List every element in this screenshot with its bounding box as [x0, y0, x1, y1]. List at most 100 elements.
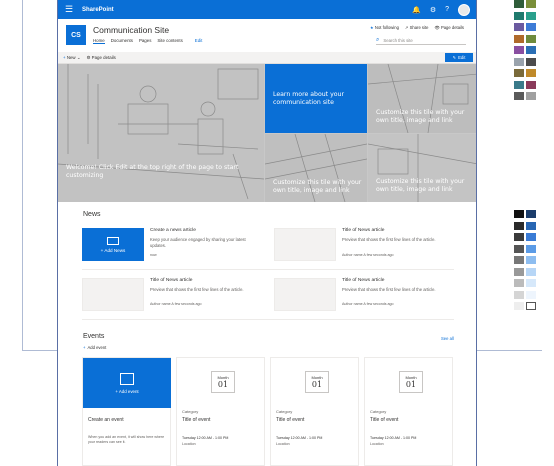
header-actions: ★ Not following ↗ Share site 👁 Page deta…	[370, 25, 464, 31]
news-article-desc: Preview that shows the first few lines o…	[150, 287, 244, 292]
hero-tile-main[interactable]: Welcome! Click Edit at the top right of …	[58, 64, 264, 202]
color-swatch[interactable]	[526, 256, 536, 264]
nav-item-home[interactable]: Home	[93, 38, 105, 44]
color-swatch[interactable]	[514, 69, 524, 77]
color-swatch[interactable]	[514, 57, 524, 66]
event-card-create[interactable]: + Add event Create an event When you add…	[82, 357, 171, 466]
event-day: 01	[311, 380, 323, 389]
color-swatch[interactable]	[514, 221, 524, 230]
nav-item-pages[interactable]: Pages	[139, 38, 151, 44]
color-swatch[interactable]	[526, 69, 536, 77]
sketch-illustration	[58, 64, 264, 200]
share-button[interactable]: ↗ Share site	[405, 25, 429, 31]
color-swatch[interactable]	[514, 290, 524, 299]
search-input[interactable]: ⌕ Search this site	[376, 36, 466, 45]
gear-icon[interactable]: ⚙	[430, 6, 436, 14]
color-swatch[interactable]	[526, 290, 536, 299]
event-card[interactable]: Month 01 Category Title of event Tuesday…	[176, 357, 265, 466]
news-article-title[interactable]: Title of News article	[150, 278, 193, 283]
color-swatch[interactable]	[526, 267, 536, 276]
color-swatch[interactable]	[526, 80, 536, 89]
color-swatch[interactable]	[514, 256, 524, 264]
hero-tile-bottom-right[interactable]: Customize this tile with your own title,…	[368, 134, 476, 202]
color-swatch[interactable]	[526, 0, 536, 8]
color-swatch[interactable]	[514, 23, 524, 31]
news-thumbnail[interactable]	[82, 278, 144, 311]
page-views-button[interactable]: 👁 Page details	[434, 25, 464, 31]
site-title[interactable]: Communication Site	[93, 25, 169, 35]
color-swatch[interactable]	[526, 210, 536, 218]
hero-tile-blue[interactable]: Learn more about your communication site	[265, 64, 367, 133]
color-swatch[interactable]	[514, 80, 524, 89]
event-title: Title of event	[276, 417, 305, 423]
new-button[interactable]: + New ⌄	[63, 55, 81, 61]
add-news-label: + Add News	[100, 247, 126, 253]
site-logo[interactable]: CS	[66, 25, 86, 45]
page-details-label: Page details	[91, 54, 116, 60]
news-article-meta: Author name A few seconds ago	[342, 302, 394, 306]
events-see-all-link[interactable]: See all	[441, 336, 454, 341]
color-swatch[interactable]	[514, 0, 524, 8]
app-launcher-icon[interactable]: ☰	[62, 5, 76, 14]
color-swatch[interactable]	[514, 233, 524, 241]
color-swatch[interactable]	[514, 279, 524, 287]
hero-blue-text: Learn more about your communication site	[273, 91, 344, 106]
news-article-meta: Author name A few seconds ago	[150, 302, 202, 306]
sketch-line	[22, 0, 23, 350]
news-thumbnail[interactable]	[274, 278, 336, 311]
add-event-text: Add event	[118, 388, 139, 394]
news-create-meta: now	[150, 253, 157, 257]
hero-tile-text: Customize this tile with your own title,…	[376, 178, 465, 193]
color-swatch[interactable]	[526, 233, 536, 241]
suite-bar: ☰ SharePoint 🔔 ⚙ ?	[58, 0, 476, 19]
add-event-button[interactable]: + Add event	[83, 358, 171, 408]
event-title: Title of event	[370, 417, 399, 423]
event-category: Category	[276, 409, 293, 414]
hero-tile-bottom-middle[interactable]: Customize this tile with your own title,…	[265, 134, 367, 202]
event-card[interactable]: Month 01 Category Title of event Tuesday…	[270, 357, 359, 466]
color-swatch[interactable]	[526, 302, 536, 310]
event-card[interactable]: Month 01 Category Title of event Tuesday…	[364, 357, 453, 466]
color-swatch[interactable]	[526, 46, 536, 54]
site-header: CS Communication Site Home Documents Pag…	[58, 19, 476, 52]
news-thumbnail[interactable]	[274, 228, 336, 261]
color-swatch[interactable]	[514, 92, 524, 100]
page-details-button[interactable]: ⚙ Page details	[87, 55, 116, 61]
color-swatch[interactable]	[514, 267, 524, 276]
color-swatch[interactable]	[514, 34, 524, 43]
event-location: Location	[370, 442, 384, 446]
color-swatch[interactable]	[514, 11, 524, 20]
add-event-label: + Add event	[115, 388, 139, 394]
color-swatch[interactable]	[526, 244, 536, 253]
nav-item-documents[interactable]: Documents	[111, 38, 133, 44]
add-event-link-label: Add event	[87, 345, 107, 350]
color-swatch[interactable]	[514, 244, 524, 253]
color-swatch[interactable]	[526, 221, 536, 230]
color-swatch[interactable]	[514, 210, 524, 218]
edit-button[interactable]: ✎ Edit	[445, 53, 473, 62]
app-name[interactable]: SharePoint	[82, 7, 114, 13]
news-create-title[interactable]: Create a news article	[150, 228, 196, 233]
color-swatch[interactable]	[514, 46, 524, 54]
color-swatch[interactable]	[526, 279, 536, 287]
news-article-title[interactable]: Title of News article	[342, 278, 385, 283]
nav-item-site-contents[interactable]: Site contents	[157, 38, 182, 44]
follow-button[interactable]: ★ Not following	[370, 25, 399, 31]
color-swatch[interactable]	[526, 57, 536, 66]
event-create-title: Create an event	[88, 417, 124, 423]
color-swatch[interactable]	[526, 34, 536, 43]
help-icon[interactable]: ?	[445, 6, 449, 13]
events-heading: Events	[83, 333, 105, 340]
color-swatch[interactable]	[526, 92, 536, 100]
bell-icon[interactable]: 🔔	[412, 6, 421, 14]
hero-tile-text: Customize this tile with your own title,…	[376, 109, 465, 124]
nav-edit-link[interactable]: Edit	[195, 38, 203, 44]
news-article-title[interactable]: Title of News article	[342, 228, 385, 233]
hero-tile-top-right[interactable]: Customize this tile with your own title,…	[368, 64, 476, 133]
add-event-link[interactable]: + Add event	[83, 345, 106, 350]
color-swatch[interactable]	[526, 23, 536, 31]
add-news-button[interactable]: + Add News	[82, 228, 144, 261]
color-swatch[interactable]	[526, 11, 536, 20]
color-swatch[interactable]	[514, 302, 524, 310]
avatar[interactable]	[458, 3, 470, 16]
